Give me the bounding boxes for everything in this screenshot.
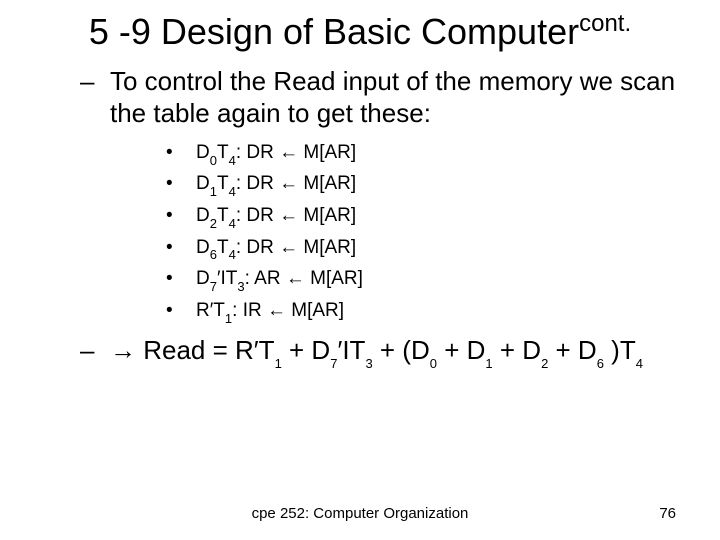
bullet-expr: D7′IT3: AR ← M[AR]: [196, 264, 680, 296]
footer: cpe 252: Computer Organization 76: [0, 505, 720, 522]
bullet-expr: D2T4: DR ← M[AR]: [196, 201, 680, 233]
list-item: • D6T4: DR ← M[AR]: [166, 233, 680, 265]
page-number: 76: [659, 505, 676, 522]
bullet-dot: •: [166, 296, 196, 328]
left-arrow-icon: ←: [279, 205, 298, 226]
slide: 5 -9 Design of Basic Computercont. – To …: [0, 0, 720, 540]
body: – To control the Read input of the memor…: [80, 66, 680, 369]
left-arrow-icon: ←: [279, 237, 298, 258]
bullet-expr: R′T1: IR ← M[AR]: [196, 296, 680, 328]
conclusion-text: → Read = R′T1 + D7′IT3 + (D0 + D1 + D2 +…: [110, 335, 680, 369]
title-superscript: cont.: [579, 10, 631, 37]
intro-text: To control the Read input of the memory …: [110, 66, 680, 129]
list-item: • D2T4: DR ← M[AR]: [166, 201, 680, 233]
dash-mark: –: [80, 66, 110, 129]
footer-course: cpe 252: Computer Organization: [0, 505, 720, 522]
slide-title: 5 -9 Design of Basic Computercont.: [40, 10, 680, 52]
left-arrow-icon: ←: [279, 142, 298, 163]
bullet-dot: •: [166, 233, 196, 265]
bullet-list: • D0T4: DR ← M[AR] • D1T4: DR ← M[AR] • …: [166, 138, 680, 328]
right-arrow-icon: →: [110, 335, 136, 365]
bullet-dot: •: [166, 201, 196, 233]
left-arrow-icon: ←: [286, 268, 305, 289]
dash-mark: –: [80, 335, 110, 369]
left-arrow-icon: ←: [267, 300, 286, 321]
list-item: • D7′IT3: AR ← M[AR]: [166, 264, 680, 296]
bullet-expr: D0T4: DR ← M[AR]: [196, 138, 680, 170]
title-main: 5 -9 Design of Basic Computer: [89, 11, 579, 52]
bullet-dot: •: [166, 264, 196, 296]
bullet-expr: D6T4: DR ← M[AR]: [196, 233, 680, 265]
left-arrow-icon: ←: [279, 173, 298, 194]
conclusion-line: – → Read = R′T1 + D7′IT3 + (D0 + D1 + D2…: [80, 335, 680, 369]
bullet-dot: •: [166, 138, 196, 170]
bullet-dot: •: [166, 169, 196, 201]
bullet-expr: D1T4: DR ← M[AR]: [196, 169, 680, 201]
list-item: • R′T1: IR ← M[AR]: [166, 296, 680, 328]
list-item: • D1T4: DR ← M[AR]: [166, 169, 680, 201]
list-item: • D0T4: DR ← M[AR]: [166, 138, 680, 170]
intro-line: – To control the Read input of the memor…: [80, 66, 680, 129]
